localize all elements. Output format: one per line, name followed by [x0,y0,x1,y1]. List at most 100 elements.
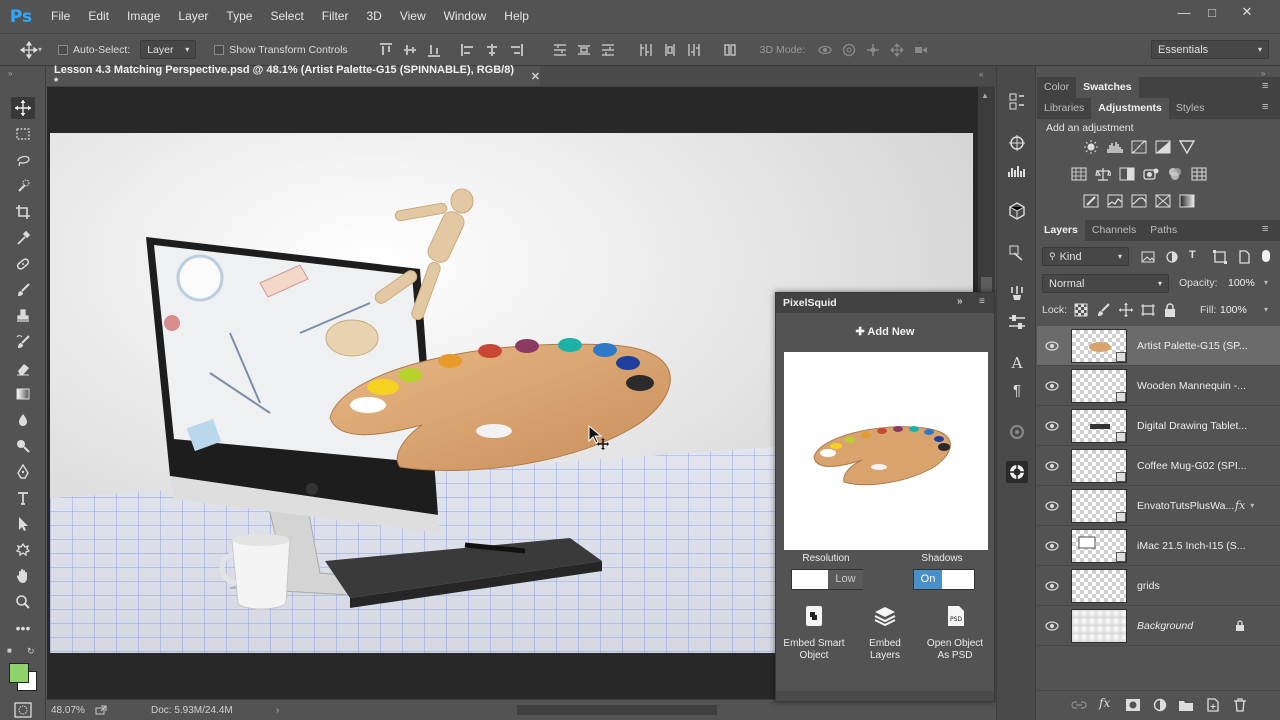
embed-smart-object-icon[interactable] [804,605,824,627]
delete-layer-icon[interactable] [1232,698,1248,712]
hand-tool-icon[interactable] [11,565,35,587]
new-group-icon[interactable] [1178,698,1194,712]
move-tool-preset-icon[interactable] [20,40,38,59]
menu-image[interactable]: Image [118,0,169,33]
align-right-icon[interactable] [509,43,523,57]
workspace-dropdown[interactable]: Essentials ▾ [1151,40,1269,59]
share-icon[interactable] [95,705,107,715]
layer-filter-dropdown[interactable]: ⚲ Kind ▾ [1042,247,1129,266]
layer-row[interactable]: Digital Drawing Tablet... [1037,406,1280,446]
chevron-down-icon[interactable]: ▾ [1250,501,1254,510]
lock-position-icon[interactable] [1118,303,1134,317]
vibrance-icon[interactable] [1179,140,1195,154]
levels-icon[interactable] [1107,140,1123,154]
selective-color-icon[interactable] [1155,194,1171,208]
embed-layers-button[interactable]: Embed Layers [850,638,920,662]
horizontal-scrollbar[interactable] [517,705,717,715]
gradient-tool-icon[interactable] [11,383,35,405]
filter-adjustment-icon[interactable] [1164,250,1180,264]
brushes-panel-icon[interactable] [1006,282,1028,304]
tool-presets-icon[interactable] [1006,311,1028,333]
lock-transparent-icon[interactable] [1073,303,1089,317]
black-white-icon[interactable] [1119,167,1135,181]
tab-color[interactable]: Color [1037,77,1076,98]
visibility-eye-icon[interactable] [1037,500,1067,511]
fill-value[interactable]: 100% [1220,304,1247,316]
layer-row[interactable]: EnvatoTutsPlusWa... fx ▾ [1037,486,1280,526]
add-new-button[interactable]: ✚ Add New [776,325,994,338]
exposure-icon[interactable] [1155,140,1171,154]
quick-select-tool-icon[interactable] [11,175,35,197]
document-tab[interactable]: Lesson 4.3 Matching Perspective.psd @ 48… [47,64,540,88]
visibility-eye-icon[interactable] [1037,420,1067,431]
lock-artboard-icon[interactable] [1140,303,1156,317]
3d-panel-icon[interactable] [1006,200,1028,222]
new-layer-icon[interactable] [1205,698,1221,712]
filter-toggle-switch[interactable] [1262,250,1270,262]
filter-smart-object-icon[interactable] [1236,250,1252,264]
shadows-toggle[interactable]: On [913,569,975,590]
visibility-eye-icon[interactable] [1037,380,1067,391]
panel-menu-icon[interactable]: ≡ [1262,80,1268,92]
color-lookup-icon[interactable] [1191,167,1207,181]
add-layer-style-fx-icon[interactable]: fx [1099,696,1110,710]
type-tool-icon[interactable] [11,487,35,509]
crop-tool-icon[interactable] [11,201,35,223]
lock-pixels-icon[interactable] [1096,303,1112,317]
layer-row[interactable]: Wooden Mannequin -... [1037,366,1280,406]
status-menu-arrow-icon[interactable]: › [276,705,279,716]
hue-saturation-icon[interactable] [1071,167,1087,181]
clone-stamp-tool-icon[interactable] [11,305,35,327]
filter-pixel-icon[interactable] [1140,250,1156,264]
posterize-icon[interactable] [1107,194,1123,208]
menu-3d[interactable]: 3D [357,0,390,33]
custom-shape-tool-icon[interactable] [11,539,35,561]
distribute-left-icon[interactable] [639,43,653,57]
histogram-panel-icon[interactable] [1006,160,1028,182]
slide-3d-icon[interactable] [890,42,904,57]
tab-swatches[interactable]: Swatches [1076,77,1139,98]
pixelsquid-header[interactable]: PixelSquid » ≡ [776,293,994,313]
auto-align-icon[interactable] [723,43,737,57]
more-tools-icon[interactable]: ••• [11,617,35,639]
pixelsquid-panel-icon[interactable] [1006,461,1028,483]
roll-3d-icon[interactable] [842,43,856,57]
layer-effects-fx-icon[interactable]: fx [1235,499,1245,512]
foreground-color-swatch[interactable] [9,663,29,683]
menu-window[interactable]: Window [435,0,496,33]
menu-type[interactable]: Type [217,0,261,33]
zoom-level[interactable]: 48.07% [51,705,89,716]
healing-brush-tool-icon[interactable] [11,253,35,275]
align-hcenter-icon[interactable] [485,43,499,57]
menu-select[interactable]: Select [261,0,312,33]
color-balance-icon[interactable] [1095,167,1111,181]
properties-panel-icon[interactable] [1006,421,1028,443]
open-object-psd-icon[interactable]: PSD [946,605,966,627]
marquee-tool-icon[interactable] [11,123,35,145]
swap-colors-icon[interactable]: ↻ [27,646,35,657]
menu-layer[interactable]: Layer [169,0,217,33]
zoom-tool-icon[interactable] [11,591,35,613]
tab-libraries[interactable]: Libraries [1037,98,1091,119]
distribute-bottom-icon[interactable] [601,43,615,57]
distribute-vcenter-icon[interactable] [577,43,591,57]
visibility-eye-icon[interactable] [1037,580,1067,591]
menu-view[interactable]: View [391,0,435,33]
history-brush-tool-icon[interactable] [11,331,35,353]
panel-menu-icon[interactable]: ≡ [979,296,985,307]
tab-layers[interactable]: Layers [1037,220,1085,241]
add-mask-icon[interactable] [1125,698,1141,712]
panel-menu-icon[interactable]: ≡ [1262,101,1268,113]
lock-all-icon[interactable] [1162,303,1178,317]
lasso-tool-icon[interactable] [11,149,35,171]
new-adjustment-layer-icon[interactable] [1152,698,1168,712]
layer-row[interactable]: Background [1037,606,1280,646]
paragraph-panel-icon[interactable]: ¶ [1006,379,1028,401]
blur-tool-icon[interactable] [11,409,35,431]
threshold-icon[interactable] [1131,194,1147,208]
quick-mask-icon[interactable] [14,702,32,718]
paths-panel-icon[interactable] [1006,242,1028,264]
filter-shape-icon[interactable] [1212,250,1228,264]
eraser-tool-icon[interactable] [11,357,35,379]
menu-help[interactable]: Help [495,0,538,33]
